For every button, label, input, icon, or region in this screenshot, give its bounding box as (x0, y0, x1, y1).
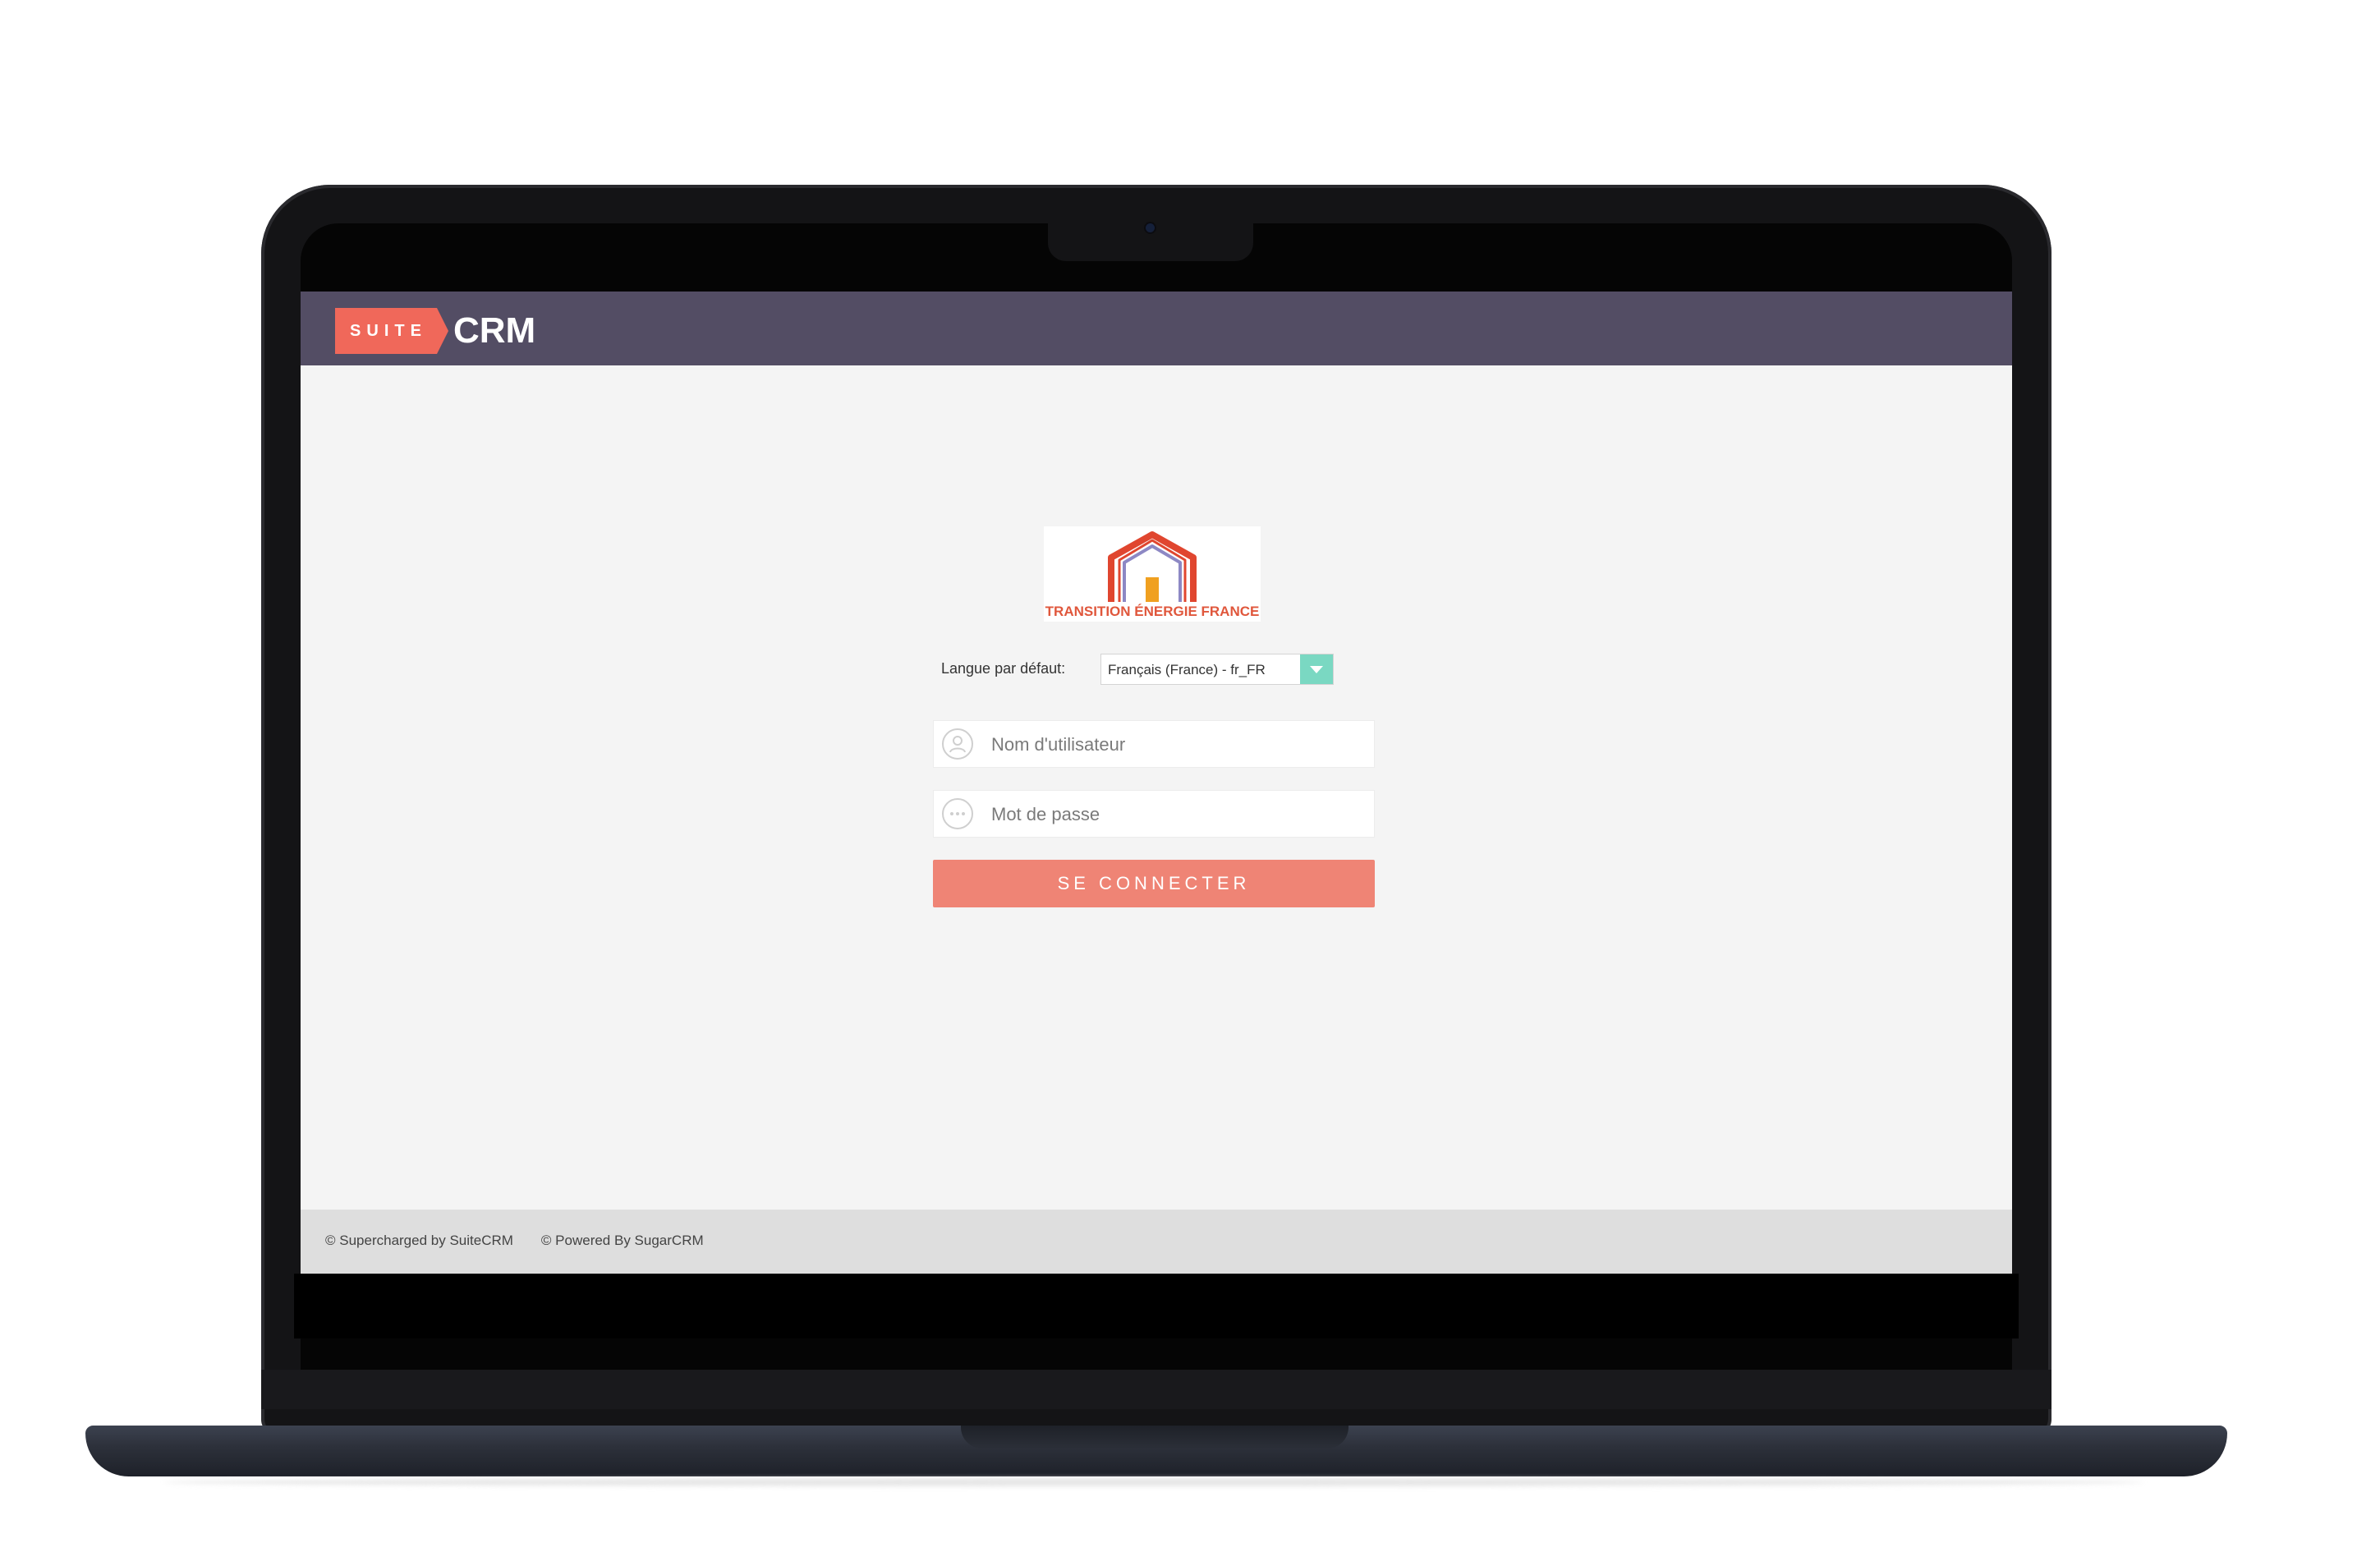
password-input[interactable] (990, 791, 1371, 838)
app-footer: © Supercharged by SuiteCRM © Powered By … (301, 1210, 2012, 1274)
trackpad-notch (961, 1426, 1349, 1449)
brand-crm-label: CRM (453, 310, 536, 351)
app-screen: SUITE CRM TRANSITION ÉNERGIE FRANCE Lang… (301, 292, 2012, 1274)
username-field[interactable] (933, 720, 1375, 769)
supercharged-link[interactable]: © Supercharged by SuiteCRM (325, 1233, 513, 1249)
username-input[interactable] (990, 721, 1371, 769)
suitecrm-logo[interactable]: SUITE CRM (335, 308, 535, 354)
laptop-hinge (261, 1370, 2051, 1409)
password-field[interactable] (933, 790, 1375, 838)
brand-suite-label: SUITE (335, 308, 437, 354)
camera-icon (1146, 223, 1155, 232)
screen-bottom-bezel (294, 1274, 2019, 1338)
language-select[interactable]: Français (France) - fr_FR (1100, 654, 1334, 685)
powered-link[interactable]: © Powered By SugarCRM (541, 1233, 704, 1249)
password-dots-icon (942, 798, 973, 829)
house-logo-icon (1108, 531, 1197, 602)
laptop-mockup: SUITE CRM TRANSITION ÉNERGIE FRANCE Lang… (0, 0, 2380, 1552)
language-label: Langue par défaut: (941, 660, 1066, 677)
user-icon (942, 728, 973, 760)
footer-links: © Supercharged by SuiteCRM © Powered By … (325, 1233, 704, 1249)
company-logo: TRANSITION ÉNERGIE FRANCE (1044, 526, 1261, 622)
login-button[interactable]: SE CONNECTER (933, 860, 1375, 907)
laptop-shadow (164, 1478, 2143, 1486)
language-selected-value: Français (France) - fr_FR (1108, 662, 1266, 677)
company-name: TRANSITION ÉNERGIE FRANCE (1045, 604, 1260, 619)
brand-cut-shape (437, 308, 448, 354)
chevron-down-icon[interactable] (1300, 654, 1333, 684)
app-header: SUITE CRM (301, 292, 2012, 365)
